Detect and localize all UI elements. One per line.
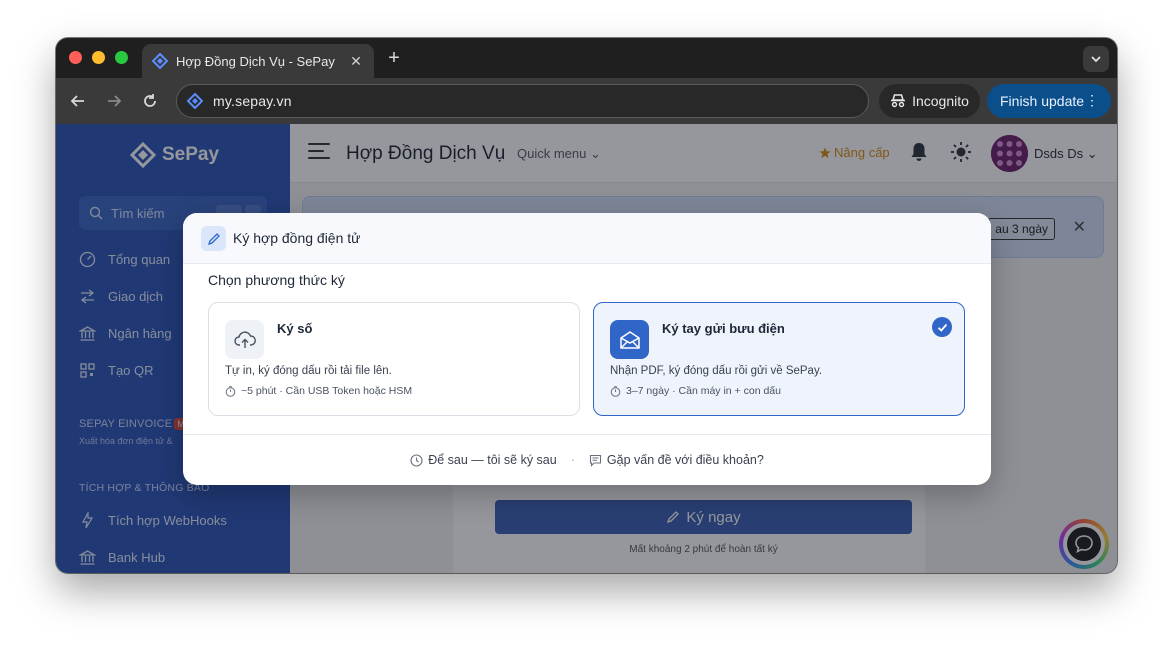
address-bar[interactable]: my.sepay.vn [176,84,869,118]
incognito-icon [891,94,906,108]
option-description: Nhận PDF, ký đóng dấu rồi gửi về SePay. [610,365,823,377]
option-title: Ký tay gửi bưu điện [662,321,785,336]
option-meta-text: 3–7 ngày · Cần máy in + con dấu [626,385,781,397]
clock-icon [410,453,423,467]
back-button[interactable] [68,91,88,111]
option-meta: ~5 phút · Cần USB Token hoặc HSM [225,385,412,397]
timer-icon [225,385,236,397]
message-icon [589,454,601,467]
arrow-left-icon [70,95,84,107]
terms-issue-label: Gặp vấn đề với điều khoản? [606,453,764,467]
dialog-header: Ký hợp đồng điện tử [183,213,991,264]
footer-separator: · [570,453,575,467]
url-text[interactable]: my.sepay.vn [213,93,292,109]
forward-button[interactable] [104,91,124,111]
arrow-right-icon [108,95,122,107]
option-meta-text: ~5 phút · Cần USB Token hoặc HSM [241,385,413,397]
envelope-icon [610,320,649,359]
tab-close-icon[interactable]: ✕ [348,53,364,70]
incognito-indicator[interactable]: Incognito [879,84,980,118]
timer-icon [610,385,621,397]
site-info-icon[interactable] [187,93,203,109]
browser-menu-icon[interactable]: ⋮ [1085,93,1099,107]
sign-later-label: Để sau — tôi sẽ ký sau [428,453,557,467]
option-meta: 3–7 ngày · Cần máy in + con dấu [610,385,781,397]
selected-check-icon [932,317,952,337]
minimize-window-button[interactable] [92,51,105,64]
option-title: Ký số [277,321,313,336]
dialog-title: Ký hợp đồng điện tử [233,230,361,246]
dialog-footer: Để sau — tôi sẽ ký sau · Gặp vấn đề với … [183,434,991,485]
option-mail-signature[interactable]: Ký tay gửi bưu điện Nhận PDF, ký đóng dấ… [593,302,965,416]
finish-update-button[interactable]: Finish update ⋮ [987,84,1111,118]
tab-title: Hợp Đồng Dịch Vụ - SePay [176,53,335,69]
browser-toolbar: my.sepay.vn Incognito Finish update ⋮ [56,78,1117,124]
tab-search-button[interactable] [1083,46,1109,72]
option-description: Tự in, ký đóng dấu rồi tải file lên. [225,365,392,377]
new-tab-button[interactable]: + [384,48,404,68]
cloud-upload-icon [225,320,264,359]
sepay-favicon-icon [152,53,168,69]
option-digital-signature[interactable]: Ký số Tự in, ký đóng dấu rồi tải file lê… [208,302,580,416]
terms-issue-link[interactable]: Gặp vấn đề với điều khoản? [589,453,764,467]
reload-button[interactable] [140,91,160,111]
tab-strip: Hợp Đồng Dịch Vụ - SePay ✕ + [56,38,1117,78]
sign-contract-dialog: Ký hợp đồng điện tử Chọn phương thức ký … [183,213,991,485]
browser-tab[interactable]: Hợp Đồng Dịch Vụ - SePay ✕ [142,44,374,78]
finish-update-label: Finish update [1000,93,1085,109]
dialog-subtitle: Chọn phương thức ký [208,272,345,288]
reload-icon [144,94,156,107]
sign-later-link[interactable]: Để sau — tôi sẽ ký sau [410,453,557,467]
close-window-button[interactable] [69,51,82,64]
pen-icon [201,226,226,251]
zoom-window-button[interactable] [115,51,128,64]
incognito-label: Incognito [912,93,969,109]
chevron-down-icon [1091,56,1101,63]
